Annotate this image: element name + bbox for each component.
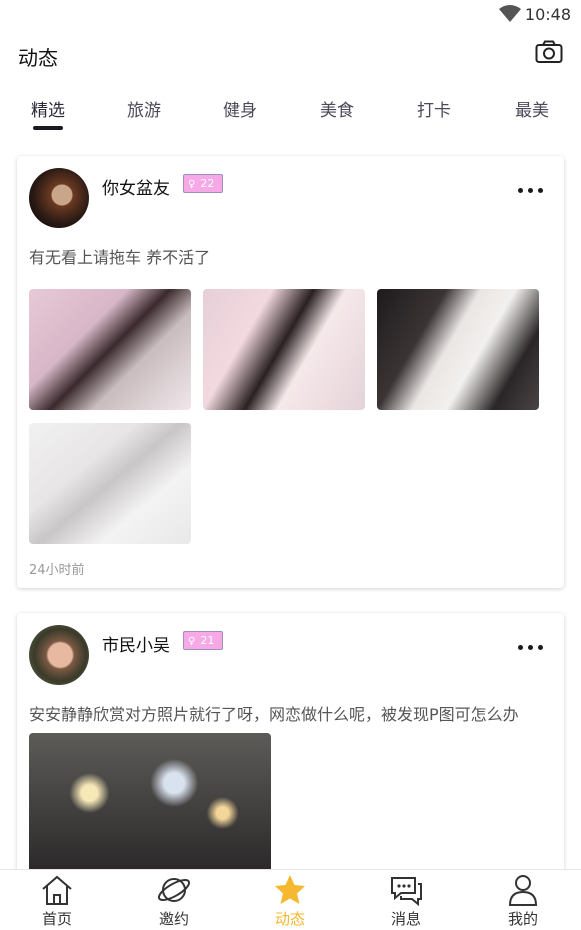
gender-age-badge: ♀ 22 (183, 174, 223, 193)
avatar[interactable] (29, 625, 89, 685)
tab-lvyou[interactable]: 旅游 (114, 96, 174, 121)
status-bar: 10:48 (0, 0, 581, 30)
chat-icon (391, 877, 422, 906)
post-text: 有无看上请拖车 养不活了 (29, 248, 211, 267)
tab-meishi[interactable]: 美食 (307, 96, 367, 121)
female-icon: ♀ (188, 179, 196, 190)
nav-invite[interactable]: 邀约 (134, 870, 214, 930)
post-photo[interactable] (29, 733, 271, 869)
home-icon (42, 875, 72, 905)
category-tabs: 精选 旅游 健身 美食 打卡 最美 (0, 88, 581, 134)
nav-messages[interactable]: 消息 (366, 870, 446, 930)
status-time: 10:48 (524, 5, 571, 24)
camera-icon[interactable] (535, 40, 563, 64)
post-text: 安安静静欣赏对方照片就行了呀，网恋做什么呢，被发现P图可怎么办 (29, 705, 519, 724)
post-photo[interactable] (29, 423, 191, 544)
bottom-nav: 首页 邀约 动态 消息 我的 (0, 869, 581, 930)
user-icon (508, 875, 538, 906)
post-card[interactable]: 你女盆友 ♀ 22 有无看上请拖车 养不活了 24小时前 (17, 156, 564, 588)
more-icon[interactable] (518, 178, 552, 193)
nav-mine-label: 我的 (507, 910, 538, 928)
nav-moments-label: 动态 (274, 910, 305, 928)
post-photo[interactable] (29, 289, 191, 410)
post-photo[interactable] (203, 289, 365, 410)
nav-home-label: 首页 (41, 910, 72, 928)
gender-age-badge: ♀ 21 (183, 631, 223, 650)
more-icon[interactable] (518, 635, 552, 650)
post-time: 24小时前 (29, 563, 85, 578)
age-label: 21 (200, 634, 215, 647)
username[interactable]: 市民小吴 (102, 631, 170, 656)
wifi-icon (499, 5, 521, 22)
age-label: 22 (200, 177, 215, 190)
avatar[interactable] (29, 168, 89, 228)
app-header: 动态 (0, 30, 581, 80)
nav-home[interactable]: 首页 (17, 870, 97, 930)
nav-mine[interactable]: 我的 (483, 870, 563, 930)
page-title: 动态 (18, 46, 58, 70)
tab-zuimei[interactable]: 最美 (502, 96, 562, 121)
planet-icon (157, 878, 191, 902)
tab-daka[interactable]: 打卡 (404, 96, 464, 121)
nav-invite-label: 邀约 (158, 910, 189, 928)
nav-messages-label: 消息 (390, 910, 421, 928)
star-icon (275, 875, 305, 904)
nav-moments[interactable]: 动态 (250, 870, 330, 930)
post-card[interactable]: 市民小吴 ♀ 21 安安静静欣赏对方照片就行了呀，网恋做什么呢，被发现P图可怎么办 (17, 613, 564, 869)
tab-jianshen[interactable]: 健身 (210, 96, 270, 121)
username[interactable]: 你女盆友 (102, 174, 170, 199)
feed[interactable]: 你女盆友 ♀ 22 有无看上请拖车 养不活了 24小时前 市民小吴 ♀ 21 安安静… (0, 142, 581, 869)
post-photo[interactable] (377, 289, 539, 410)
female-icon: ♀ (188, 636, 196, 647)
tab-indicator (33, 126, 63, 130)
tab-jingxuan[interactable]: 精选 (18, 96, 78, 121)
